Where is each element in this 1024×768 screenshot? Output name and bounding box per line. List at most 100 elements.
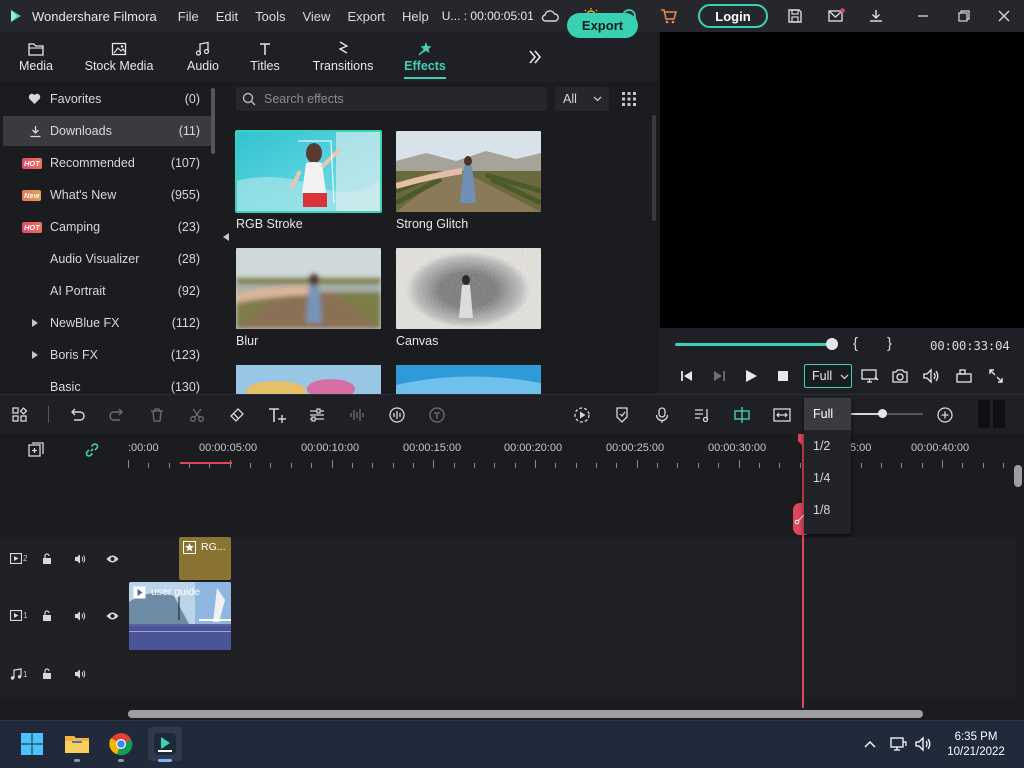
effect-canvas[interactable]: Canvas — [396, 248, 541, 348]
quality-option-half[interactable]: 1/2 — [804, 430, 851, 462]
taskbar-filmora[interactable] — [148, 727, 182, 761]
category-camping[interactable]: HOT Camping (23) — [0, 212, 212, 242]
lock-icon[interactable] — [42, 610, 53, 622]
menu-file[interactable]: File — [178, 9, 199, 24]
chevron-up-icon[interactable] — [861, 736, 879, 752]
tab-effects[interactable]: Effects — [400, 32, 450, 80]
menu-export[interactable]: Export — [347, 9, 385, 24]
quality-option-eighth[interactable]: 1/8 — [804, 494, 851, 526]
category-boris-fx[interactable]: Boris FX (123) — [0, 340, 212, 370]
taskbar-chrome[interactable] — [104, 727, 138, 761]
menu-help[interactable]: Help — [402, 9, 429, 24]
cut-icon[interactable] — [187, 405, 207, 425]
menu-edit[interactable]: Edit — [216, 9, 238, 24]
effect-blur[interactable]: Blur — [236, 248, 381, 348]
stop-icon[interactable] — [774, 367, 792, 385]
download-update-icon[interactable] — [867, 7, 885, 25]
close-icon[interactable] — [995, 7, 1013, 25]
category-audio-visualizer[interactable]: Audio Visualizer (28) — [0, 244, 212, 274]
track-video-2[interactable] — [0, 536, 1016, 581]
cart-icon[interactable] — [660, 7, 678, 25]
snapshot-icon[interactable] — [891, 367, 909, 385]
playback-progress-handle[interactable] — [826, 338, 838, 350]
eye-icon[interactable] — [106, 611, 119, 621]
effect-thumbnail-partial[interactable] — [396, 365, 541, 394]
export-button[interactable]: Export — [567, 13, 638, 38]
microphone-icon[interactable] — [652, 405, 672, 425]
minimize-icon[interactable] — [914, 7, 932, 25]
redo-icon[interactable] — [107, 405, 127, 425]
preview-quality-dropdown[interactable]: Full — [804, 364, 852, 388]
previous-frame-icon[interactable] — [678, 367, 696, 385]
fit-timeline-icon[interactable] — [772, 405, 792, 425]
volume-icon[interactable] — [922, 367, 940, 385]
speech-to-text-icon[interactable] — [427, 405, 447, 425]
category-newblue-fx[interactable]: NewBlue FX (112) — [0, 308, 212, 338]
taskbar-file-explorer[interactable] — [60, 727, 94, 761]
category-whats-new[interactable]: New What's New (955) — [0, 180, 212, 210]
effect-thumbnail-partial[interactable] — [236, 365, 381, 394]
category-basic[interactable]: Basic (130) — [0, 372, 212, 394]
timeline-vertical-scrollbar[interactable] — [1014, 465, 1022, 487]
effect-rgb-stroke[interactable]: RGB Stroke — [235, 130, 382, 231]
audio-wave-icon[interactable] — [347, 405, 367, 425]
tab-transitions[interactable]: Transitions — [311, 32, 375, 80]
more-tabs-icon[interactable] — [527, 49, 543, 65]
effect-clip[interactable]: RG... — [179, 537, 231, 580]
mark-out-button[interactable]: } — [887, 335, 892, 352]
layout-icon[interactable] — [10, 405, 30, 425]
category-favorites[interactable]: Favorites (0) — [0, 84, 212, 114]
restore-icon[interactable] — [955, 7, 973, 25]
lock-icon[interactable] — [42, 668, 53, 680]
mark-in-button[interactable]: { — [853, 335, 858, 352]
play-icon[interactable] — [742, 367, 760, 385]
link-icon[interactable] — [83, 441, 101, 459]
render-preview-icon[interactable] — [572, 405, 592, 425]
speaker-icon[interactable] — [74, 668, 86, 680]
save-icon[interactable] — [786, 7, 804, 25]
audio-mixer-icon[interactable] — [692, 405, 712, 425]
category-downloads[interactable]: Downloads (11) — [3, 116, 212, 146]
volume-tray-icon[interactable] — [914, 736, 932, 752]
collapse-panel-icon[interactable] — [222, 232, 230, 242]
aspect-ratio-icon[interactable] — [955, 367, 973, 385]
category-ai-portrait[interactable]: AI Portrait (92) — [0, 276, 212, 306]
tab-stock-media[interactable]: Stock Media — [84, 32, 154, 80]
snap-icon[interactable] — [732, 405, 752, 425]
menu-view[interactable]: View — [302, 9, 330, 24]
speaker-icon[interactable] — [74, 610, 86, 622]
undo-icon[interactable] — [67, 405, 87, 425]
adjust-icon[interactable] — [307, 405, 327, 425]
cloud-icon[interactable] — [541, 7, 559, 25]
effects-filter-dropdown[interactable]: All — [555, 87, 609, 111]
fullscreen-icon[interactable] — [987, 367, 1005, 385]
delete-icon[interactable] — [147, 405, 167, 425]
start-button[interactable] — [15, 727, 49, 761]
tag-icon[interactable] — [227, 405, 247, 425]
quality-option-full[interactable]: Full — [804, 398, 851, 430]
tab-audio[interactable]: Audio — [185, 32, 221, 80]
category-scrollbar[interactable] — [211, 88, 215, 154]
menu-tools[interactable]: Tools — [255, 9, 285, 24]
marker-icon[interactable] — [612, 405, 632, 425]
category-recommended[interactable]: HOT Recommended (107) — [0, 148, 212, 178]
mail-icon[interactable] — [827, 7, 845, 25]
taskbar-clock[interactable]: 6:35 PM 10/21/2022 — [942, 730, 1010, 760]
timeline-horizontal-scrollbar[interactable] — [128, 710, 923, 718]
lock-icon[interactable] — [42, 553, 53, 565]
panel-toggle-icon[interactable] — [977, 400, 1007, 428]
audio-stretch-icon[interactable] — [387, 405, 407, 425]
add-track-icon[interactable] — [27, 441, 45, 459]
tab-titles[interactable]: Titles — [247, 32, 283, 80]
effects-scrollbar[interactable] — [652, 115, 656, 221]
network-icon[interactable] — [889, 736, 907, 752]
eye-icon[interactable] — [106, 554, 119, 564]
speaker-icon[interactable] — [74, 553, 86, 565]
zoom-slider-handle[interactable] — [878, 409, 887, 418]
effect-strong-glitch[interactable]: Strong Glitch — [396, 131, 541, 231]
search-input[interactable] — [264, 92, 534, 106]
login-button[interactable]: Login — [698, 4, 768, 28]
grid-view-icon[interactable] — [622, 92, 636, 106]
zoom-in-icon[interactable] — [935, 405, 955, 425]
quality-option-quarter[interactable]: 1/4 — [804, 462, 851, 494]
